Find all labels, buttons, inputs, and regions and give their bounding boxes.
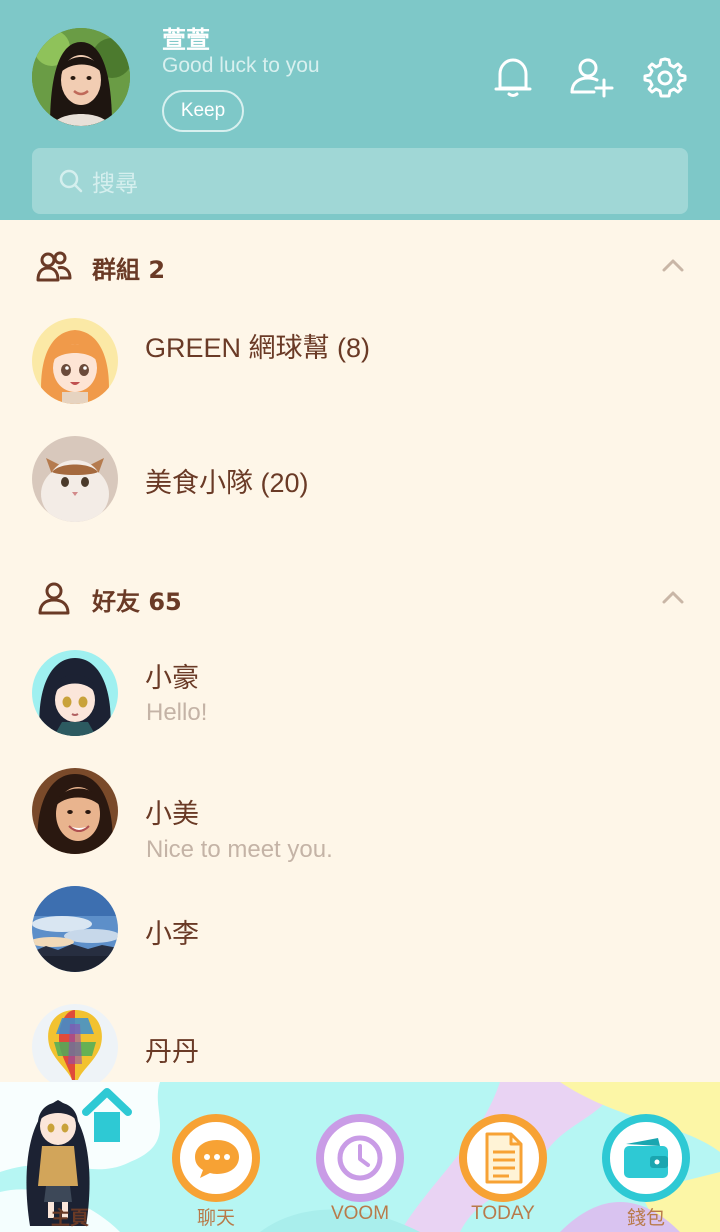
news-icon-circle	[459, 1114, 547, 1202]
nav-chat[interactable]: 聊天	[146, 1082, 286, 1232]
nav-voom-label: VOOM	[330, 1203, 390, 1224]
group-row[interactable]: GREEN 網球幫 (8)	[0, 306, 720, 416]
nav-voom[interactable]: VOOM	[290, 1082, 430, 1232]
friend-status-message: Hello!	[146, 699, 208, 726]
search-bar[interactable]: 搜尋	[32, 148, 688, 214]
chat-icon-circle	[172, 1114, 260, 1202]
friend-name: 小美	[145, 799, 199, 829]
friend-status-message: Nice to meet you.	[146, 836, 333, 863]
add-friend-icon[interactable]	[566, 52, 616, 102]
bottom-navigation-bar: 主頁 聊天 VOOM TODAY 錢包	[0, 1082, 720, 1232]
friends-section-label: 好友 65	[92, 588, 182, 616]
friend-avatar	[32, 650, 118, 736]
news-icon	[485, 1132, 523, 1184]
keep-button[interactable]: Keep	[162, 90, 244, 132]
nav-home[interactable]: 主頁	[0, 1082, 140, 1232]
friend-row[interactable]: 小豪 Hello!	[0, 638, 720, 748]
groups-section-header[interactable]: 群組 2	[0, 236, 720, 296]
friends-section-header[interactable]: 好友 65	[0, 568, 720, 628]
friend-name: 小李	[145, 919, 199, 949]
nav-wallet-label: 錢包	[626, 1208, 665, 1229]
nav-today[interactable]: TODAY	[433, 1082, 573, 1232]
nav-today-label: TODAY	[471, 1203, 535, 1224]
friend-row[interactable]: 小美 Nice to meet you.	[0, 756, 720, 866]
gear-icon[interactable]	[640, 52, 690, 102]
profile-status-message: Good luck to you	[162, 54, 320, 77]
clock-icon-circle	[316, 1114, 404, 1202]
chat-icon	[195, 1140, 239, 1178]
group-avatar	[32, 436, 118, 522]
friend-avatar	[32, 1004, 118, 1090]
wallet-icon-circle	[602, 1114, 690, 1202]
search-input[interactable]: 搜尋	[92, 164, 138, 198]
search-icon	[58, 168, 84, 194]
nav-chat-label: 聊天	[196, 1208, 235, 1229]
profile-avatar[interactable]	[32, 28, 130, 126]
chevron-up-icon[interactable]	[660, 588, 686, 606]
chevron-up-icon[interactable]	[660, 256, 686, 274]
friend-row[interactable]: 小李	[0, 874, 720, 984]
profile-name: 萱萱	[162, 26, 210, 54]
friend-name: 丹丹	[145, 1037, 199, 1067]
profile-header: 萱萱 Good luck to you Keep 搜尋	[0, 0, 720, 220]
clock-icon	[337, 1135, 383, 1181]
group-name: 美食小隊 (20)	[145, 468, 309, 498]
groups-section-label: 群組 2	[92, 256, 166, 284]
bell-icon[interactable]	[488, 52, 538, 102]
nav-home-label: 主頁	[50, 1208, 89, 1229]
nav-wallet[interactable]: 錢包	[576, 1082, 716, 1232]
friend-name: 小豪	[145, 663, 199, 693]
friend-avatar	[32, 886, 118, 972]
group-name: GREEN 網球幫 (8)	[145, 333, 371, 363]
group-icon	[36, 248, 72, 284]
friend-avatar	[32, 768, 118, 854]
group-avatar	[32, 318, 118, 404]
wallet-icon	[624, 1138, 668, 1178]
group-row[interactable]: 美食小隊 (20)	[0, 424, 720, 534]
person-icon	[36, 580, 72, 616]
